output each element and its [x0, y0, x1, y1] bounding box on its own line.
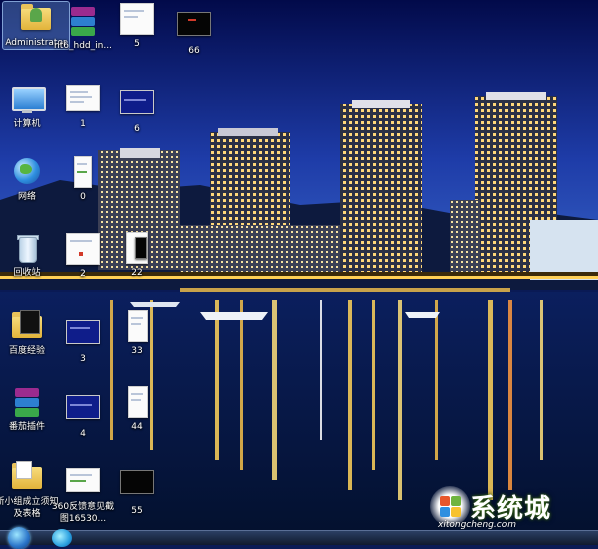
- image-thumbnail-icon: [120, 3, 154, 35]
- browser-taskbar-icon[interactable]: [52, 529, 72, 547]
- icon-label: 22: [131, 268, 143, 278]
- winrar-archive-icon: [66, 5, 100, 37]
- image-thumbnail-icon: [66, 318, 100, 350]
- desktop-icon-22[interactable]: 22: [104, 232, 170, 279]
- windows-start-orb-icon[interactable]: [8, 527, 30, 549]
- folder-icon: [10, 461, 44, 493]
- image-thumbnail-icon: [66, 393, 100, 425]
- image-thumbnail-icon: [120, 470, 154, 502]
- icon-label: 66: [188, 46, 200, 56]
- winrar-archive-icon: [10, 386, 44, 418]
- image-thumbnail-icon: [66, 233, 100, 265]
- image-thumbnail-icon: [120, 310, 154, 342]
- desktop-icon-0[interactable]: 0: [50, 156, 116, 203]
- icon-label: 0: [80, 192, 86, 202]
- image-thumbnail-icon: [120, 232, 154, 264]
- icon-label: 6: [134, 124, 140, 134]
- desktop-icon-66[interactable]: 66: [161, 10, 227, 57]
- image-thumbnail-icon: [120, 88, 154, 120]
- image-thumbnail-icon: [66, 156, 100, 188]
- computer-icon: [10, 83, 46, 115]
- folder-icon: [10, 310, 44, 342]
- image-thumbnail-icon: [66, 466, 100, 498]
- user-folder-icon: [19, 2, 53, 34]
- desktop-icon-44[interactable]: 44: [104, 386, 170, 433]
- image-thumbnail-icon: [120, 386, 154, 418]
- desktop-icon-33[interactable]: 33: [104, 310, 170, 357]
- desktop-icon-6[interactable]: 6: [104, 88, 170, 135]
- recycle-bin-icon: [10, 232, 44, 264]
- icon-label: 55: [131, 506, 143, 516]
- desktop-icon-55[interactable]: 55: [104, 470, 170, 517]
- taskbar: [0, 527, 598, 549]
- xitongcheng-watermark: 系统城 xitongcheng.com: [430, 482, 595, 532]
- icon-label: 33: [131, 346, 143, 356]
- icon-label: 44: [131, 422, 143, 432]
- image-thumbnail-icon: [66, 83, 100, 115]
- image-thumbnail-icon: [177, 10, 211, 42]
- network-globe-icon: [10, 156, 44, 188]
- watermark-url: xitongcheng.com: [438, 520, 516, 530]
